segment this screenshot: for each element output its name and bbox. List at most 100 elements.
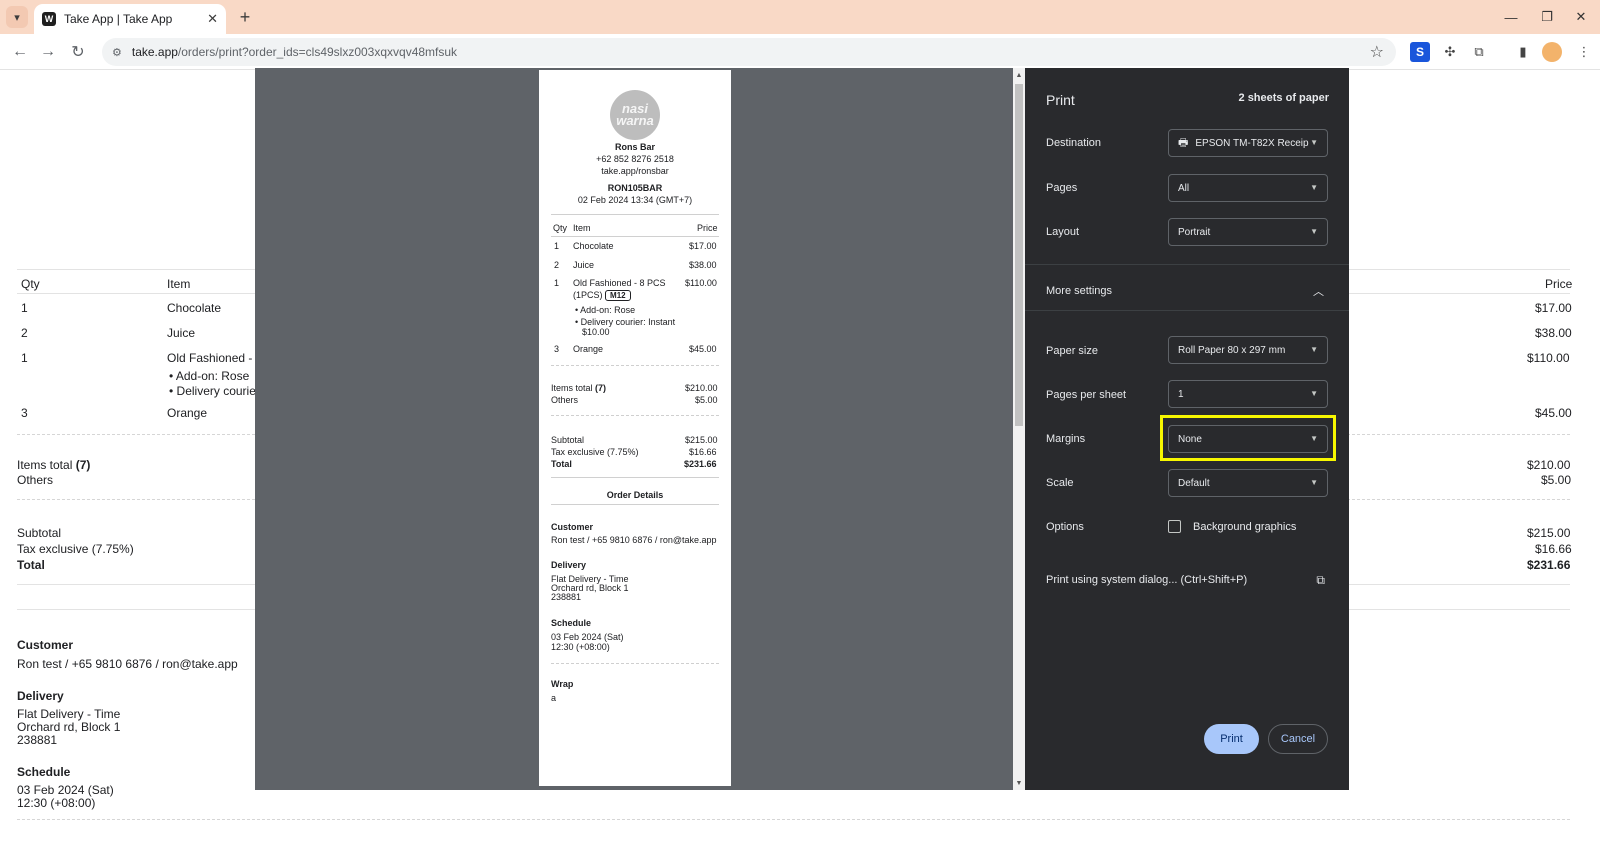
margins-highlight-box: [1160, 415, 1336, 461]
reload-button[interactable]: ↻: [66, 40, 90, 64]
background-graphics-checkbox[interactable]: [1168, 520, 1181, 533]
delivery-heading: Delivery: [17, 689, 64, 703]
store-site: take.app/ronsbar: [601, 166, 669, 176]
table-row-price: $45.00: [1535, 406, 1572, 420]
items-total-count: (7): [75, 458, 91, 472]
total-value: $231.66: [1527, 558, 1571, 572]
divider: [551, 415, 719, 416]
receipt-row-qty: 2: [554, 260, 560, 270]
extension-s-icon[interactable]: S: [1410, 42, 1430, 62]
receipt-subtotal-label: Subtotal: [551, 435, 585, 445]
tax-label: Tax exclusive (7.75%): [17, 542, 134, 556]
paper-size-select[interactable]: Roll Paper 80 x 297 mm ▼: [1168, 336, 1328, 364]
url-path: /orders/print?order_ids=cls49slxz003xqxv…: [177, 45, 458, 59]
scroll-thumb[interactable]: [1015, 84, 1023, 426]
table-row-item: Orange: [167, 406, 208, 420]
dropdown-caret-icon: ▼: [1310, 183, 1318, 192]
restore-icon: ❐: [1541, 9, 1553, 24]
pages-per-sheet-select[interactable]: 1 ▼: [1168, 380, 1328, 408]
destination-select[interactable]: 🖶 EPSON TM-T82X Receip ▼: [1168, 129, 1328, 157]
divider: [551, 365, 719, 366]
scale-select[interactable]: Default ▼: [1168, 469, 1328, 497]
receipt-subtotal-value: $215.00: [685, 435, 718, 445]
chevron-up-icon[interactable]: ︿: [1313, 283, 1324, 299]
dropdown-caret-icon: ▼: [1310, 389, 1318, 398]
store-logo: nasi warna: [610, 90, 660, 140]
extension-placeholder-icon[interactable]: ✣: [1440, 42, 1460, 62]
receipt-row-qty: 1: [554, 241, 560, 251]
site-settings-icon[interactable]: ⚙: [112, 46, 122, 59]
receipt-tax-value: $16.66: [689, 447, 717, 457]
schedule-line1: 03 Feb 2024 (Sat): [17, 783, 114, 797]
pages-label: Pages: [1046, 182, 1078, 194]
tab-strip: ▾ W Take App | Take App ✕ + — ❐ ✕: [0, 0, 1600, 34]
others-label: Others: [17, 473, 54, 487]
tab-search-button[interactable]: ▾: [6, 6, 28, 28]
print-settings-panel: Print 2 sheets of paper Destination 🖶 EP…: [1025, 68, 1349, 790]
extensions-puzzle-icon[interactable]: ⧉: [1469, 42, 1489, 62]
address-bar[interactable]: ⚙ take.app/orders/print?order_ids=cls49s…: [102, 38, 1396, 66]
paper-size-label: Paper size: [1046, 345, 1098, 357]
receipt-row-qty: 1: [554, 278, 560, 288]
back-button[interactable]: ←: [8, 40, 32, 64]
col-item: Item: [167, 277, 191, 291]
receipt-preview-page: nasi warna Rons Bar +62 852 8276 2518 ta…: [539, 70, 731, 786]
receipt-total-label: Total: [551, 459, 572, 469]
receipt-delivery-heading: Delivery: [551, 560, 587, 570]
order-code: RON105BAR: [607, 183, 663, 193]
paper-size-value: Roll Paper 80 x 297 mm: [1178, 344, 1286, 356]
receipt-courier-line1: • Delivery courier: Instant: [575, 317, 676, 327]
receipt-col-price: Price: [697, 223, 718, 233]
order-date: 02 Feb 2024 13:34 (GMT+7): [577, 195, 693, 205]
scale-label: Scale: [1046, 477, 1074, 489]
arrow-left-icon: ←: [12, 43, 28, 60]
table-row-qty: 1: [21, 301, 28, 315]
external-link-icon[interactable]: ⧉: [1316, 573, 1325, 588]
subtotal-label: Subtotal: [17, 526, 62, 540]
subtotal-value: $215.00: [1527, 526, 1571, 540]
receipt-variant: (1PCS) M12: [573, 290, 631, 301]
scroll-up-icon[interactable]: ▲: [1014, 70, 1024, 80]
close-window-button[interactable]: ✕: [1566, 6, 1596, 28]
layout-value: Portrait: [1178, 226, 1211, 238]
background-graphics-label[interactable]: Background graphics: [1193, 521, 1296, 533]
close-tab-icon[interactable]: ✕: [207, 11, 218, 27]
forward-button[interactable]: →: [36, 40, 60, 64]
restore-button[interactable]: ❐: [1532, 6, 1562, 28]
pages-value: All: [1178, 182, 1190, 194]
delivery-line3: 238881: [17, 733, 58, 747]
receipt-col-item: Item: [573, 223, 591, 233]
take-app-favicon-icon: W: [42, 12, 56, 26]
layout-select[interactable]: Portrait ▼: [1168, 218, 1328, 246]
bookmark-star-icon[interactable]: ☆: [1370, 42, 1384, 62]
table-row-price: $17.00: [1535, 301, 1572, 315]
new-tab-button[interactable]: +: [234, 6, 256, 28]
receipt-row-item: Chocolate: [573, 241, 614, 251]
minimize-icon: —: [1504, 9, 1518, 25]
print-button[interactable]: Print: [1204, 724, 1259, 754]
system-dialog-link[interactable]: Print using system dialog... (Ctrl+Shift…: [1046, 574, 1247, 586]
cancel-button[interactable]: Cancel: [1268, 724, 1328, 754]
dropdown-caret-icon: ▼: [1310, 227, 1318, 236]
receipt-others-value: $5.00: [695, 395, 718, 405]
side-panel-icon[interactable]: ▮: [1513, 42, 1533, 62]
receipt-items-total-value: $210.00: [685, 383, 718, 393]
scroll-down-icon[interactable]: ▼: [1014, 778, 1024, 788]
chevron-down-icon: ▾: [14, 11, 20, 24]
pages-select[interactable]: All ▼: [1168, 174, 1328, 202]
preview-scrollbar[interactable]: ▲ ▼: [1013, 68, 1025, 790]
menu-kebab-icon[interactable]: ⋮: [1574, 42, 1594, 62]
items-total-value: $210.00: [1527, 458, 1571, 472]
receipt-total-value: $231.66: [684, 459, 717, 469]
minimize-button[interactable]: —: [1496, 6, 1526, 28]
receipt-items-total-count: (7): [595, 383, 607, 393]
receipt-customer-heading: Customer: [551, 522, 594, 532]
col-qty: Qty: [21, 277, 40, 291]
divider: [551, 504, 719, 505]
pages-per-sheet-label: Pages per sheet: [1046, 389, 1127, 401]
dropdown-caret-icon: ▼: [1310, 345, 1318, 354]
browser-tab[interactable]: W Take App | Take App ✕: [34, 4, 226, 34]
profile-avatar[interactable]: [1542, 42, 1562, 62]
more-settings-toggle[interactable]: More settings: [1046, 285, 1112, 297]
items-total-label: Items total (7): [17, 458, 91, 472]
